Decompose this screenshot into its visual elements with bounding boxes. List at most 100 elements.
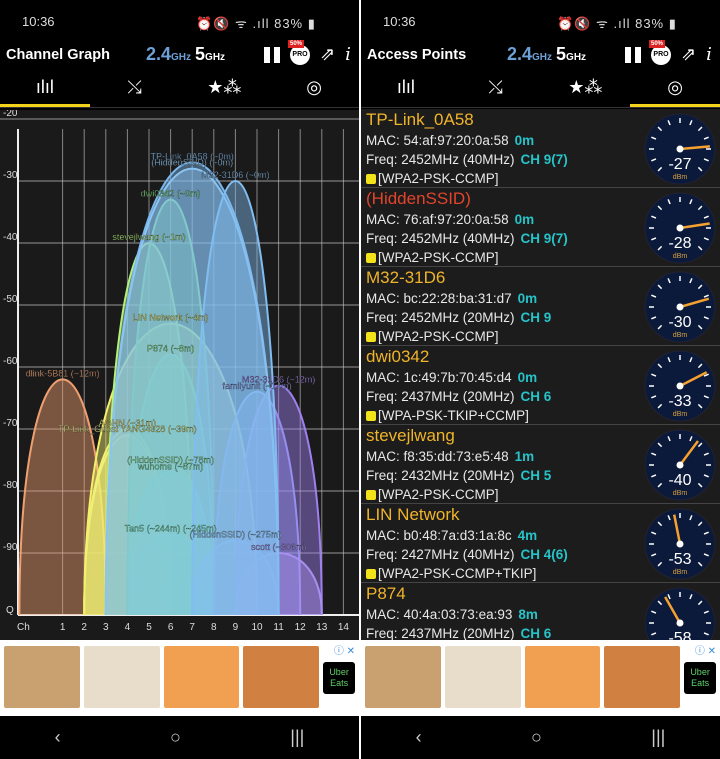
gauge-hub	[676, 461, 684, 469]
lock-icon	[366, 569, 376, 579]
pro-button[interactable]: 50% PRO	[288, 39, 310, 65]
page-title: Channel Graph	[6, 47, 110, 63]
signal-gauge: -28dBm	[644, 192, 716, 264]
ad-banner[interactable]: Uber Eats	[0, 640, 359, 716]
battery-icon: ▮	[668, 16, 677, 31]
ad-banner[interactable]: Uber Eats	[361, 640, 720, 716]
access-point-item[interactable]: dwi0342 MAC: 1c:49:7b:70:45:d4 0m Freq: 243…	[361, 346, 720, 425]
ad-image[interactable]	[243, 646, 320, 708]
band-unit: GHz	[566, 52, 587, 63]
tab-rating-stars[interactable]: ★⁂	[541, 72, 631, 107]
access-point-item[interactable]: stevejlwang MAC: f8:35:dd:73:e5:48 1m Freq:…	[361, 425, 720, 504]
ad-close-icon[interactable]: ⓘ ✕	[695, 642, 716, 657]
access-point-item[interactable]: LIN Network MAC: b0:48:7a:d3:1a:8c 4m Freq:…	[361, 504, 720, 583]
security: [WPA2-PSK-CCMP]	[378, 250, 499, 265]
signal-gauge: -58dBm	[644, 587, 716, 640]
home-button[interactable]: ○	[531, 727, 542, 748]
security: [WPA2-PSK-CCMP]	[378, 487, 499, 502]
distance: 8m	[518, 607, 538, 622]
x-tick-label: 12	[295, 622, 307, 633]
mac-address: MAC: b0:48:7a:d3:1a:8c	[366, 528, 512, 543]
status-icon-glyphs: ⏰🔇 ᯤ .ıll	[196, 16, 270, 31]
signal-dbm: -27	[668, 156, 691, 173]
lock-icon	[366, 411, 376, 421]
ad-image[interactable]	[4, 646, 80, 708]
tab-bar: ılıl ⤯ ★⁂ ◎	[0, 72, 359, 108]
pause-button[interactable]	[625, 46, 641, 63]
gauge-unit: dBm	[673, 253, 688, 260]
tab-bar-chart[interactable]: ılıl	[361, 72, 451, 107]
distance: 0m	[514, 133, 535, 148]
channel-graph: -20 -30 -40 -50 -60 -70 -80 -90 Q Ch 1 2 3 4 5 6 7 8 9 10 11…	[0, 108, 359, 640]
back-button[interactable]: ‹	[416, 727, 422, 748]
bar-chart-icon: ılıl	[396, 77, 415, 97]
distance: 0m	[514, 212, 535, 227]
signal-dbm: -30	[668, 314, 691, 331]
ad-image[interactable]	[604, 646, 681, 708]
channel-graph-svg: -20-30-40-50-60-70-80-90QCh 1 2 3 4 5 6 7 8 9 10 11…	[0, 108, 359, 633]
ad-brand-logo[interactable]: Uber Eats	[684, 662, 717, 694]
gauge-unit: dBm	[673, 174, 688, 181]
network-label: TP-Link_Guest YANG4928 (~39m)	[58, 424, 196, 434]
tab-time-graph[interactable]: ⤯	[451, 72, 541, 107]
tab-time-graph[interactable]: ⤯	[90, 72, 180, 107]
access-point-list[interactable]: TP-Link_0A58 MAC: 54:af:97:20:0a:58 0m Freq…	[361, 109, 720, 640]
band-5ghz[interactable]: 5GHz	[556, 44, 586, 64]
pro-button[interactable]: 50% PRO	[649, 39, 671, 65]
ad-brand-logo[interactable]: Uber Eats	[323, 662, 356, 694]
page-title: Access Points	[367, 47, 467, 63]
ad-image[interactable]	[444, 646, 521, 708]
recent-apps-button[interactable]: |||	[651, 727, 665, 748]
tab-access-point[interactable]: ◎	[630, 72, 720, 107]
x-tick-label: 1	[60, 622, 66, 633]
home-button[interactable]: ○	[170, 727, 181, 748]
back-button[interactable]: ‹	[55, 727, 61, 748]
access-point-item[interactable]: (HiddenSSID) MAC: 76:af:97:20:0a:58 0m Freq…	[361, 188, 720, 267]
info-icon[interactable]: i	[706, 44, 712, 65]
channel: CH 4(6)	[520, 547, 568, 562]
status-icon-glyphs: ⏰🔇 ᯤ .ıll	[557, 16, 631, 31]
tab-bar: ılıl ⤯ ★⁂ ◎	[361, 72, 720, 108]
ad-image[interactable]	[163, 646, 240, 708]
network-label: dlink-5B81 (~12m)	[26, 368, 100, 378]
ad-close-icon[interactable]: ⓘ ✕	[334, 642, 355, 657]
network-label: dwi0342 (~0m)	[141, 189, 201, 199]
time-graph-icon: ⤯	[488, 77, 503, 97]
network-label: wuhome (~87m)	[137, 461, 203, 471]
signal-gauge: -27dBm	[644, 113, 716, 185]
x-tick-label: 5	[146, 622, 152, 633]
signal-dbm: -58	[668, 630, 691, 640]
channel: CH 9(7)	[520, 152, 568, 167]
tab-rating-stars[interactable]: ★⁂	[180, 72, 270, 107]
share-icon[interactable]: ⇗	[320, 44, 335, 65]
network-label: P874 (~8m)	[147, 344, 194, 354]
mac-address: MAC: 1c:49:7b:70:45:d4	[366, 370, 512, 385]
band-2-4ghz[interactable]: 2.4GHz	[507, 44, 552, 64]
x-tick-label: 11	[273, 622, 284, 633]
x-tick-label: 13	[316, 622, 328, 633]
x-tick-label: 2	[81, 622, 87, 633]
tab-bar-chart[interactable]: ılıl	[0, 72, 90, 107]
info-icon[interactable]: i	[345, 44, 351, 65]
frequency: Freq: 2437MHz (20MHz)	[366, 389, 515, 404]
access-point-item[interactable]: TP-Link_0A58 MAC: 54:af:97:20:0a:58 0m Freq…	[361, 109, 720, 188]
band-5ghz[interactable]: 5GHz	[195, 44, 225, 64]
gauge-hub	[676, 224, 684, 232]
gauge-hub	[676, 382, 684, 390]
pause-button[interactable]	[264, 46, 280, 63]
channel: CH 6	[520, 389, 552, 404]
ad-image[interactable]	[524, 646, 601, 708]
rating-stars-icon: ★⁂	[207, 77, 242, 97]
recent-apps-button[interactable]: |||	[290, 727, 304, 748]
band-2-4ghz[interactable]: 2.4GHz	[146, 44, 191, 64]
ad-image[interactable]	[83, 646, 160, 708]
ad-image[interactable]	[365, 646, 441, 708]
pro-discount: 50%	[288, 39, 305, 48]
access-point-item[interactable]: M32-31D6 MAC: bc:22:28:ba:31:d7 0m Freq: 24…	[361, 267, 720, 346]
tab-access-point[interactable]: ◎	[269, 72, 359, 107]
battery-level: 83%	[274, 16, 304, 31]
access-point-item[interactable]: P874 MAC: 40:4a:03:73:ea:93 8m Freq: 2437MH…	[361, 583, 720, 640]
network-label: M32-31D6 (~0m)	[201, 170, 269, 180]
access-point-icon: ◎	[667, 77, 683, 97]
share-icon[interactable]: ⇗	[681, 44, 696, 65]
